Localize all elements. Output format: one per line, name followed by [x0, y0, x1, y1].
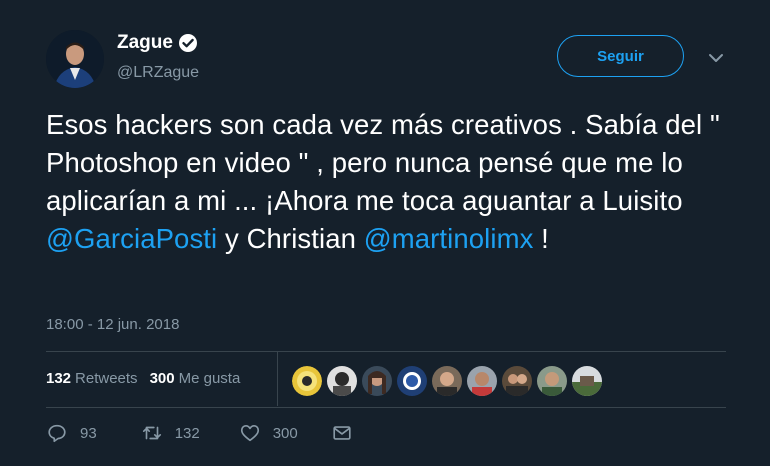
retweets-count[interactable]: 132: [46, 370, 71, 387]
tweet-timestamp[interactable]: 18:00 - 12 jun. 2018: [46, 316, 179, 333]
retweet-button[interactable]: 132: [141, 422, 200, 444]
divider-bottom: [46, 407, 726, 408]
tweet-text-part: !: [533, 223, 549, 254]
retweet-count: 132: [174, 424, 200, 442]
stats-separator: [277, 352, 278, 406]
reply-icon: [48, 424, 66, 443]
tweet-text: Esos hackers son cada vez más creativos …: [46, 106, 746, 258]
liker-avatar[interactable]: [502, 366, 532, 396]
heart-icon: [240, 425, 259, 442]
tweet-text-part: y Christian: [217, 223, 364, 254]
retweets-label[interactable]: Retweets: [75, 370, 138, 387]
liker-avatar[interactable]: [432, 366, 462, 396]
likes-label[interactable]: Me gusta: [179, 370, 241, 387]
liker-avatar[interactable]: [467, 366, 497, 396]
tweet-actions: 93 132 300: [46, 422, 353, 444]
liker-avatars: [292, 366, 607, 396]
follow-button[interactable]: Seguir: [557, 35, 684, 77]
engagement-stats: 132 Retweets 300 Me gusta: [46, 370, 252, 387]
liker-avatar[interactable]: [397, 366, 427, 396]
chevron-down-icon[interactable]: [706, 48, 726, 68]
author-avatar[interactable]: [46, 30, 104, 88]
tweet-text-part: Esos hackers son cada vez más creativos …: [46, 109, 720, 216]
liker-avatar[interactable]: [362, 366, 392, 396]
verified-badge-icon: [178, 33, 198, 53]
mention-link-martinolimx[interactable]: @martinolimx: [364, 223, 534, 254]
author-name-row: Zague: [117, 32, 198, 54]
divider-top: [46, 351, 726, 352]
direct-message-button[interactable]: [331, 422, 353, 444]
mention-link-garciaposti[interactable]: @GarciaPosti: [46, 223, 217, 254]
like-button[interactable]: 300: [239, 422, 298, 444]
envelope-icon: [333, 426, 351, 440]
likes-count[interactable]: 300: [150, 370, 175, 387]
reply-count: 93: [80, 424, 97, 442]
reply-button[interactable]: 93: [46, 422, 97, 444]
author-name[interactable]: Zague: [117, 32, 173, 54]
liker-avatar[interactable]: [292, 366, 322, 396]
like-count: 300: [272, 424, 298, 442]
retweet-icon: [142, 426, 161, 440]
liker-avatar[interactable]: [327, 366, 357, 396]
author-handle[interactable]: @LRZague: [117, 64, 199, 82]
liker-avatar[interactable]: [572, 366, 602, 396]
liker-avatar[interactable]: [537, 366, 567, 396]
